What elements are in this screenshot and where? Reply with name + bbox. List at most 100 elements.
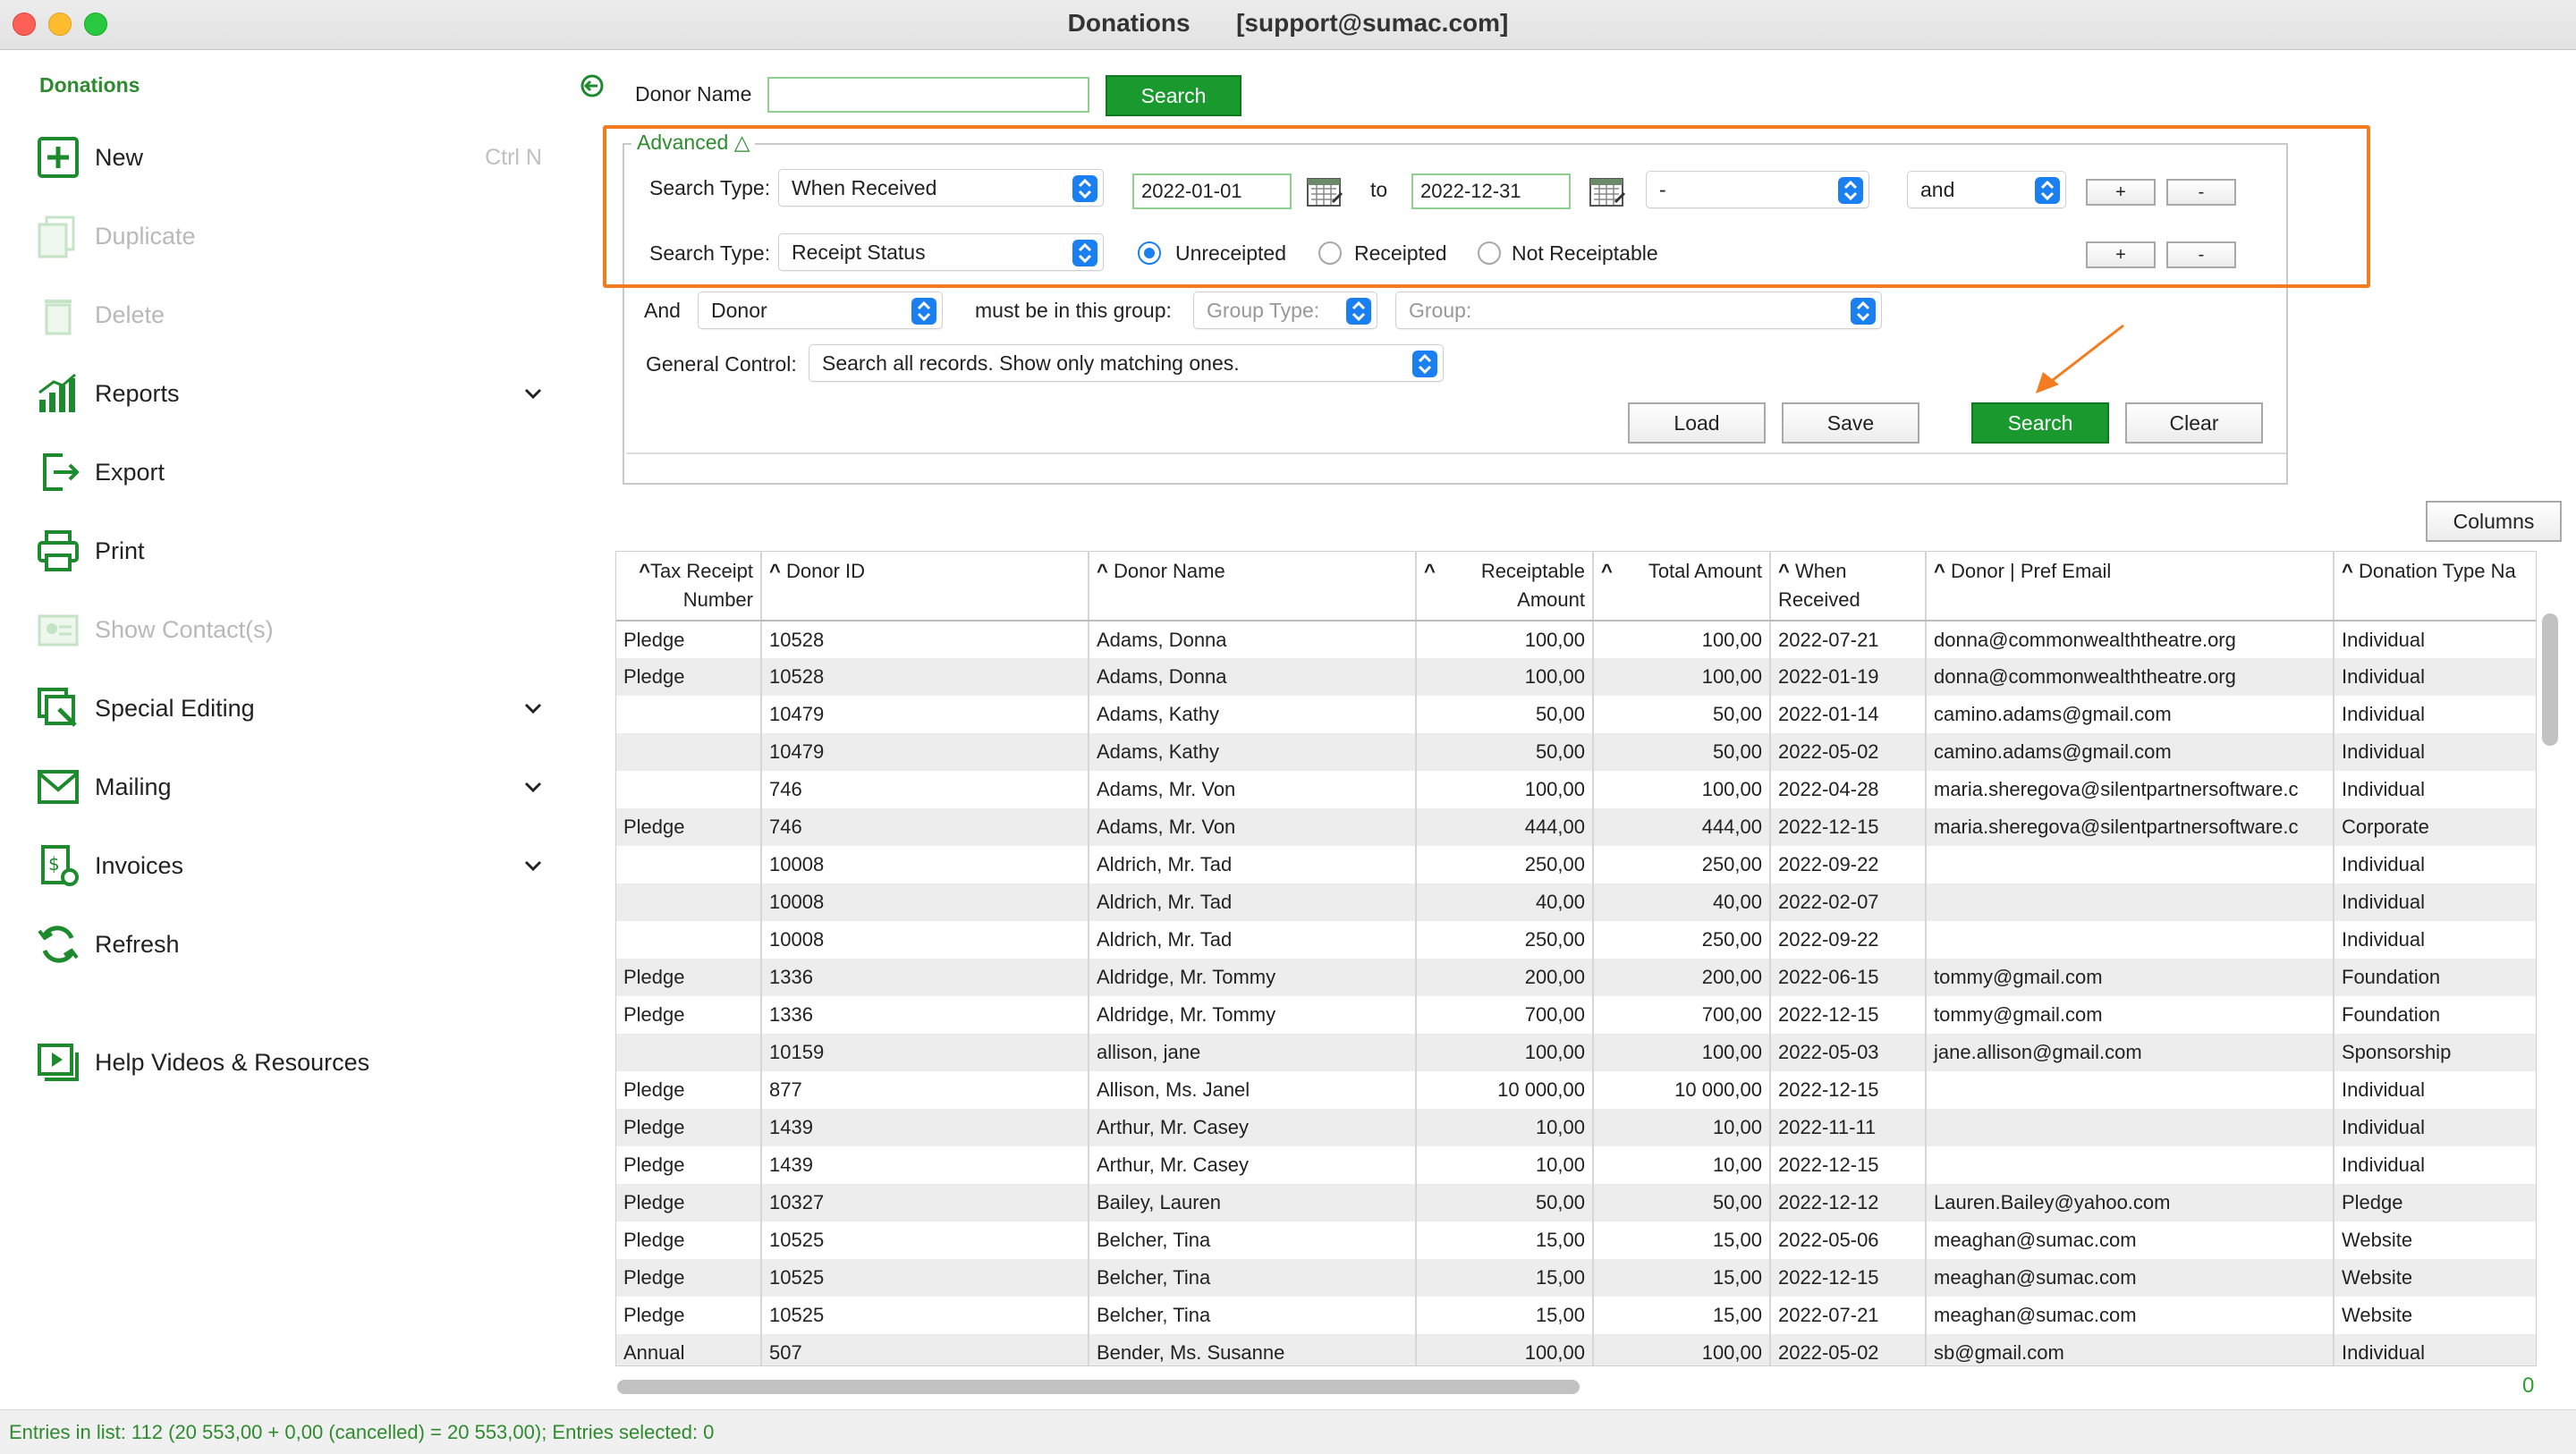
stepper-icon [1412,351,1437,377]
donor-name-input[interactable] [767,77,1089,113]
table-cell [1926,1109,2334,1146]
table-cell: 2022-12-12 [1770,1184,1927,1222]
table-cell: meaghan@sumac.com [1926,1222,2334,1259]
group-placeholder: Group: [1409,299,1472,322]
header-text: When [1794,560,1847,582]
table-cell: Pledge [616,1297,762,1334]
sidebar-item-delete[interactable]: Delete [32,288,560,342]
table-row[interactable]: 10159 allison, jane 100,00 100,00 2022-05-03… [616,1034,2536,1071]
sidebar-item-new[interactable]: New Ctrl N [32,131,560,184]
general-control-select[interactable]: Search all records. Show only matching o… [809,344,1444,382]
table-cell: 10327 [761,1184,1089,1222]
table-row[interactable]: Pledge 746 Adams, Mr. Von 444,00 444,00 2022-… [616,808,2536,846]
table-cell: 10008 [761,846,1089,883]
table-cell: maria.sheregova@silentpartnersoftware.c [1926,771,2334,808]
sidebar-item-reports[interactable]: Reports [32,367,560,420]
chevron-down-icon[interactable] [522,697,544,719]
table-cell: 10 000,00 [1416,1071,1594,1109]
group-type-select[interactable]: Group Type: [1193,292,1377,329]
quick-search-button[interactable]: Search [1106,75,1241,116]
chevron-down-icon[interactable] [522,383,544,404]
table-cell [616,1034,762,1071]
table-cell: Pledge [616,1259,762,1297]
table-cell: 1439 [761,1146,1089,1184]
table-row[interactable]: 746 Adams, Mr. Von 100,00 100,00 2022-04-28 m… [616,771,2536,808]
sidebar-item-duplicate[interactable]: Duplicate [32,209,560,263]
horizontal-scrollbar[interactable] [617,1380,1580,1394]
table-cell: Adams, Kathy [1089,733,1417,771]
table-row[interactable]: Pledge 10525 Belcher, Tina 15,00 15,00 2022-1… [616,1259,2536,1297]
table-cell [616,733,762,771]
table-cell: Individual [2334,621,2536,658]
table-cell: 2022-01-19 [1770,658,1927,696]
stepper-icon [1346,298,1371,325]
table-cell: Pledge [616,1109,762,1146]
arrow-annotation-icon [2036,324,2124,393]
table-row[interactable]: Pledge 877 Allison, Ms. Janel 10 000,00 10 0… [616,1071,2536,1109]
window-title: Donations [support@sumac.com] [0,9,2576,38]
load-button[interactable]: Load [1628,402,1766,444]
header-text: Amount [1517,588,1585,611]
group-select[interactable]: Group: [1395,292,1882,329]
table-row[interactable]: 10008 Aldrich, Mr. Tad 40,00 40,00 2022-02-0… [616,883,2536,921]
column-header-donor-name[interactable]: ^ Donor Name [1089,552,1417,621]
column-header-total-amount[interactable]: ^ Total Amount [1593,552,1771,621]
table-cell: Allison, Ms. Janel [1089,1071,1417,1109]
entity-select[interactable]: Donor [698,292,943,329]
table-cell: 100,00 [1416,1034,1594,1071]
table-cell: 10,00 [1416,1146,1594,1184]
table-cell: Belcher, Tina [1089,1259,1417,1297]
table-cell: 10528 [761,658,1089,696]
table-row[interactable]: Pledge 1336 Aldridge, Mr. Tommy 200,00 200,0… [616,959,2536,996]
table-header-row: ^Tax Receipt Number ^ Donor ID ^ Donor Na… [616,552,2536,621]
table-row[interactable]: 10479 Adams, Kathy 50,00 50,00 2022-05-02 cam… [616,733,2536,771]
table-row[interactable]: Pledge 10528 Adams, Donna 100,00 100,00 2022-… [616,621,2536,658]
sidebar-item-export[interactable]: Export [32,445,560,499]
table-row[interactable]: Pledge 10525 Belcher, Tina 15,00 15,00 2022-0… [616,1222,2536,1259]
column-header-donation-type[interactable]: ^ Donation Type Na [2334,552,2536,621]
table-row[interactable]: 10479 Adams, Kathy 50,00 50,00 2022-01-14 cam… [616,696,2536,733]
save-button[interactable]: Save [1782,402,1919,444]
chevron-down-icon[interactable] [522,855,544,876]
vertical-scrollbar[interactable] [2542,613,2558,746]
sidebar-item-help-videos[interactable]: Help Videos & Resources [32,1036,560,1089]
column-header-pref-email[interactable]: ^ Donor | Pref Email [1926,552,2334,621]
svg-text:$: $ [48,853,60,875]
sidebar-item-show-contacts[interactable]: Show Contact(s) [32,603,560,656]
highlight-annotation-box [603,125,2370,288]
sidebar-item-invoices[interactable]: $ Invoices [32,839,560,892]
bar-chart-icon [32,368,84,419]
table-cell: Website [2334,1297,2536,1334]
table-row[interactable]: Pledge 1336 Aldridge, Mr. Tommy 700,00 700,0… [616,996,2536,1034]
column-header-donor-id[interactable]: ^ Donor ID [761,552,1089,621]
column-header-receiptable-amount[interactable]: ^ Receiptable Amount [1416,552,1594,621]
table-cell: 2022-05-06 [1770,1222,1927,1259]
table-cell [616,771,762,808]
advanced-search-button[interactable]: Search [1971,402,2109,444]
sidebar-item-label: Show Contact(s) [95,615,274,643]
column-header-tax-receipt[interactable]: ^Tax Receipt Number [616,552,762,621]
table-row[interactable]: Pledge 10327 Bailey, Lauren 50,00 50,00 2022-… [616,1184,2536,1222]
sidebar-heading: Donations [39,73,140,97]
clear-button[interactable]: Clear [2125,402,2263,444]
table-row[interactable]: Pledge 10525 Belcher, Tina 15,00 15,00 2022-0… [616,1297,2536,1334]
table-row[interactable]: Annual 507 Bender, Ms. Susanne 100,00 100,00… [616,1334,2536,1365]
sidebar-item-mailing[interactable]: Mailing [32,760,560,814]
header-text: Donation Type Na [2358,560,2516,582]
table-row[interactable]: 10008 Aldrich, Mr. Tad 250,00 250,00 2022-09… [616,921,2536,959]
table-row[interactable]: Pledge 10528 Adams, Donna 100,00 100,00 2022-… [616,658,2536,696]
sidebar-item-special-editing[interactable]: Special Editing [32,681,560,735]
sidebar-item-refresh[interactable]: Refresh [32,917,560,971]
table-row[interactable]: Pledge 1439 Arthur, Mr. Casey 10,00 10,00 202… [616,1146,2536,1184]
collapse-sidebar-icon[interactable] [580,73,605,98]
chevron-down-icon[interactable] [522,776,544,798]
table-cell: jane.allison@gmail.com [1926,1034,2334,1071]
table-cell: 10,00 [1593,1146,1771,1184]
table-cell: 250,00 [1593,921,1771,959]
table-row[interactable]: 10008 Aldrich, Mr. Tad 250,00 250,00 2022-09… [616,846,2536,883]
header-text: Number [682,588,753,611]
sidebar-item-print[interactable]: Print [32,524,560,578]
table-row[interactable]: Pledge 1439 Arthur, Mr. Casey 10,00 10,00 202… [616,1109,2536,1146]
columns-button[interactable]: Columns [2426,501,2562,542]
column-header-when-received[interactable]: ^ When Received [1770,552,1927,621]
